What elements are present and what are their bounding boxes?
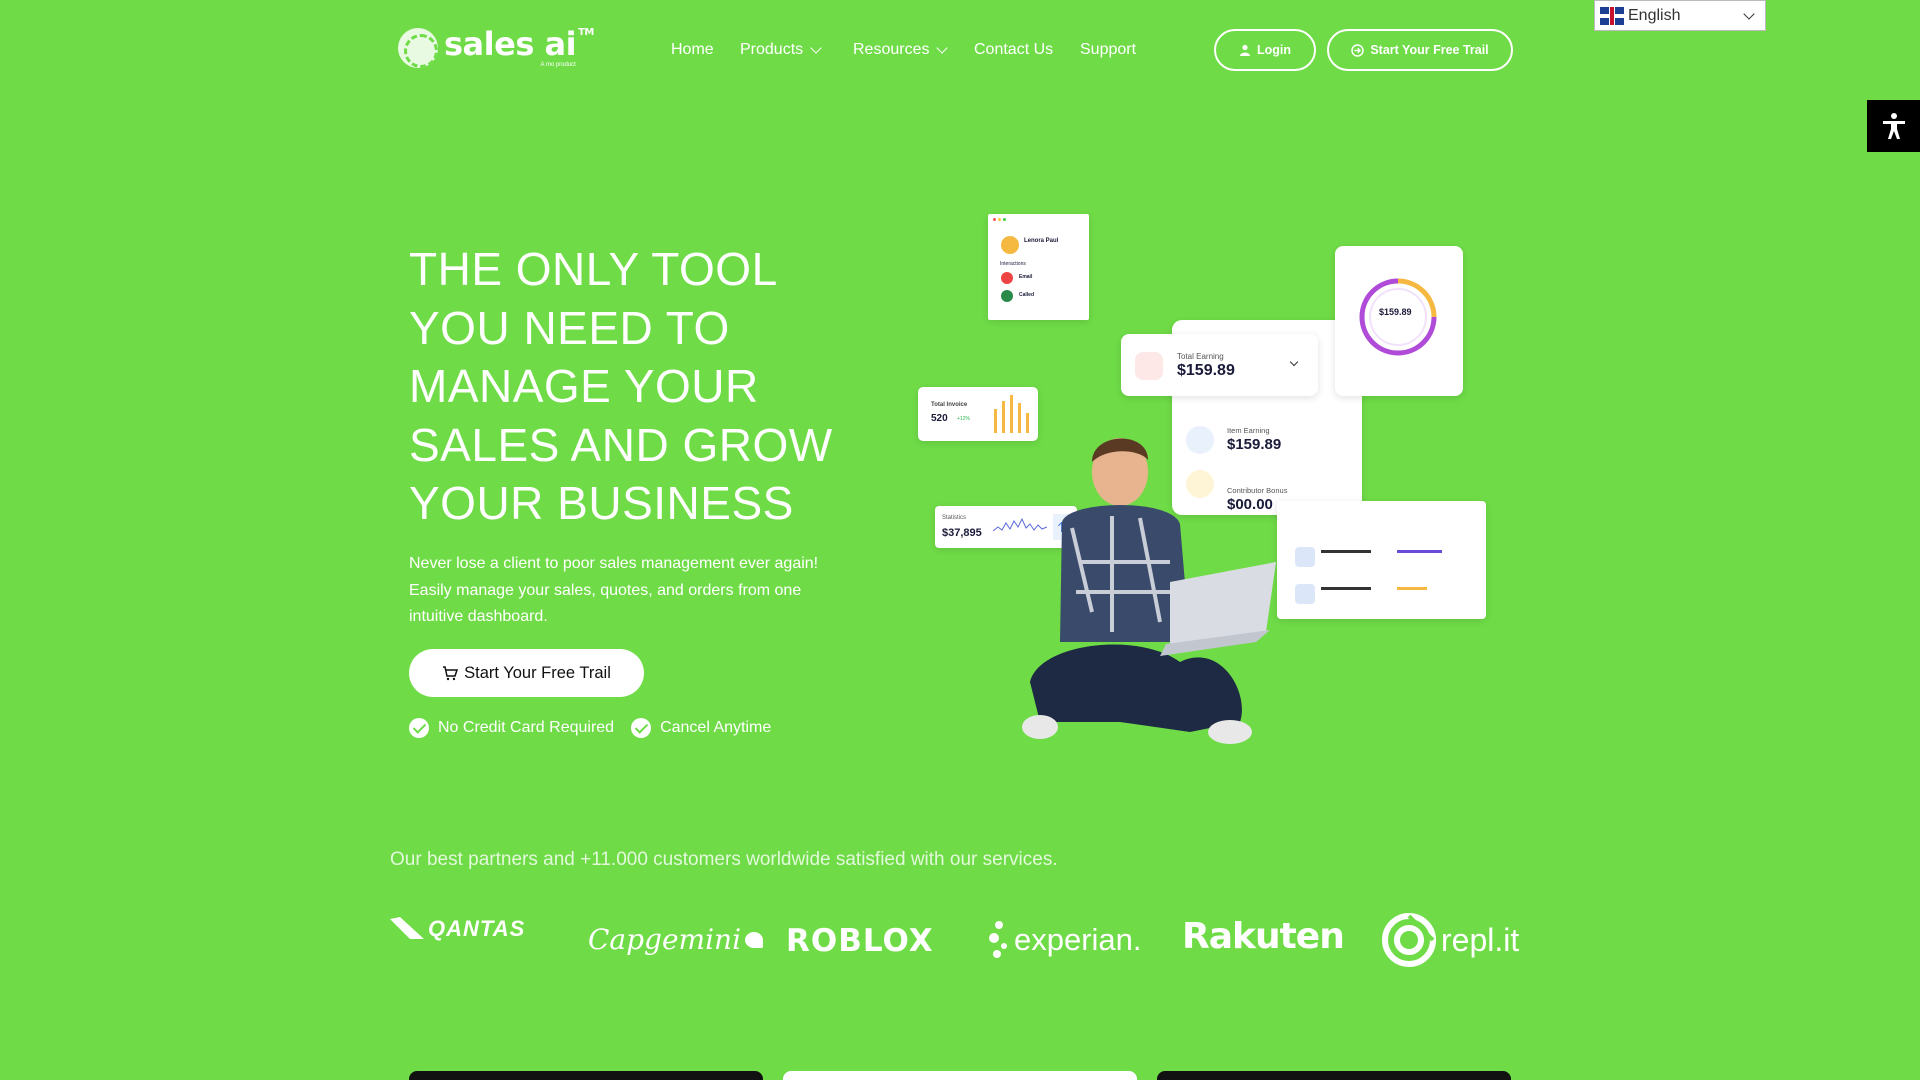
- accessibility-icon: [1882, 113, 1905, 139]
- email-icon: [1001, 272, 1013, 284]
- cart-icon: [443, 666, 459, 681]
- perk-label: Cancel Anytime: [660, 719, 772, 736]
- dots-icon: [989, 921, 1007, 958]
- hero-free-trial-label: Start Your Free Trail: [464, 663, 611, 682]
- interactions-label: Interactions: [1000, 261, 1026, 267]
- perk-label: No Credit Card Required: [438, 719, 615, 736]
- product-tag: [1397, 587, 1427, 590]
- hero-description: Never lose a client to poor sales manage…: [409, 551, 869, 631]
- login-button[interactable]: Login: [1214, 29, 1316, 71]
- bottom-card: [783, 1071, 1137, 1080]
- nav-contact-us-label: Contact Us: [974, 41, 1054, 58]
- nav-home[interactable]: Home: [671, 41, 714, 59]
- start-free-trial-button[interactable]: Start Your Free Trail: [1327, 29, 1513, 71]
- bottom-card: [409, 1071, 763, 1080]
- person-with-laptop-image: [1022, 438, 1276, 744]
- partner-name: experian.: [1014, 922, 1142, 957]
- partner-name: repl.it: [1441, 921, 1520, 958]
- total-earning-label: Total Earning: [1177, 352, 1224, 361]
- logo[interactable]: sales ai TM A mo product: [398, 28, 594, 68]
- chevron-down-icon: [1743, 8, 1755, 20]
- total-earning-value: $159.89: [1177, 362, 1235, 379]
- total-invoice-label: Total Invoice: [931, 402, 968, 408]
- spade-icon: [745, 931, 764, 948]
- hero-perks: No Credit Card Required Cancel Anytime: [409, 718, 788, 738]
- login-button-label: Login: [1256, 43, 1291, 57]
- chevron-down-icon: [936, 42, 949, 54]
- donut-chart-icon: [1359, 278, 1437, 356]
- chevron-down-icon: [1289, 357, 1299, 367]
- chevron-down-icon: [810, 42, 822, 54]
- hero-title-line: YOUR BUSINESS: [409, 477, 794, 529]
- monitor-icon: [1135, 352, 1163, 380]
- partner-name: ROBLOX: [786, 923, 934, 959]
- partner-logo-qantas: QANTAS: [390, 915, 525, 943]
- partner-logo-roblox: ROBLOX: [786, 923, 934, 959]
- nav-support-label: Support: [1080, 41, 1137, 58]
- nav-support[interactable]: Support: [1080, 41, 1136, 59]
- email-label: Email: [1019, 274, 1033, 280]
- nav-products-label: Products: [740, 41, 804, 58]
- statistics-label: Statistics: [942, 515, 967, 521]
- partner-logo-rakuten: Rakuten: [1182, 916, 1345, 957]
- called-label: Called: [1019, 292, 1035, 298]
- bottom-card: [1157, 1071, 1511, 1080]
- nav-resources[interactable]: Resources: [853, 41, 949, 59]
- arrow-circle-icon: [1351, 43, 1365, 57]
- perk-item: Cancel Anytime: [631, 718, 771, 738]
- product-tag: [1397, 550, 1442, 553]
- window-dots-icon: [993, 218, 1007, 221]
- partner-name: QANTAS: [428, 916, 526, 941]
- phone-icon: [1001, 290, 1013, 302]
- hero-free-trial-button[interactable]: Start Your Free Trail: [409, 649, 644, 697]
- language-label: English: [1628, 6, 1681, 24]
- logo-tm: TM: [578, 27, 594, 38]
- perk-item: No Credit Card Required: [409, 718, 614, 738]
- uk-flag-icon: [1600, 6, 1624, 25]
- nav-home-label: Home: [671, 41, 714, 58]
- partner-logo-replit: repl.it: [1381, 912, 1519, 968]
- nav-contact-us[interactable]: Contact Us: [974, 41, 1053, 59]
- hero-title-line: THE ONLY TOOL: [409, 243, 778, 295]
- language-select[interactable]: English: [1594, 0, 1766, 31]
- statistics-value: $37,895: [942, 527, 982, 539]
- donut-value: $159.89: [1379, 307, 1412, 317]
- partner-logo-capgemini: Capgemini: [588, 923, 764, 956]
- user-icon: [1239, 44, 1250, 56]
- replit-swirl-icon: [1382, 913, 1436, 967]
- partners-text: Our best partners and +11.000 customers …: [390, 849, 1058, 870]
- start-free-trial-label: Start Your Free Trail: [1370, 43, 1489, 57]
- check-circle-icon: [409, 718, 429, 738]
- invoice-bars-icon: [994, 395, 1030, 433]
- hero-description-line: Never lose a client to poor sales manage…: [409, 555, 819, 572]
- hero-description-line: Easily manage your sales, quotes, and or…: [409, 581, 802, 599]
- hero-title-line: SALES AND GROW: [409, 418, 833, 471]
- partner-name: Capgemini: [588, 923, 742, 956]
- contact-card: Lenora Paul Interactions Email Called: [988, 214, 1089, 320]
- hero-title: THE ONLY TOOL YOU NEED TO MANAGE YOUR SA…: [409, 240, 869, 533]
- accessibility-button[interactable]: [1867, 100, 1920, 152]
- avatar: [1001, 236, 1019, 254]
- nav-products[interactable]: Products: [740, 41, 822, 59]
- contact-name: Lenora Paul: [1024, 238, 1059, 244]
- logo-name: sales ai: [444, 25, 577, 63]
- kangaroo-icon: [390, 917, 424, 939]
- check-circle-icon: [631, 718, 652, 738]
- partner-name: Rakuten: [1182, 916, 1345, 957]
- total-earning-card: Total Earning $159.89: [1121, 334, 1318, 396]
- logo-subtitle: A mo product: [540, 62, 576, 68]
- total-invoice-change: +12%: [957, 416, 970, 422]
- hero-description-line: intuitive dashboard.: [409, 608, 548, 625]
- donut-chart-card: $159.89: [1335, 246, 1463, 396]
- nav-resources-label: Resources: [853, 41, 930, 58]
- total-invoice-value: 520: [931, 413, 948, 424]
- hero-title-line: YOU NEED TO: [409, 301, 730, 354]
- hero-title-line: MANAGE YOUR: [409, 360, 759, 412]
- partner-logo-experian: experian.: [988, 920, 1142, 960]
- logo-mark-icon: [398, 28, 438, 68]
